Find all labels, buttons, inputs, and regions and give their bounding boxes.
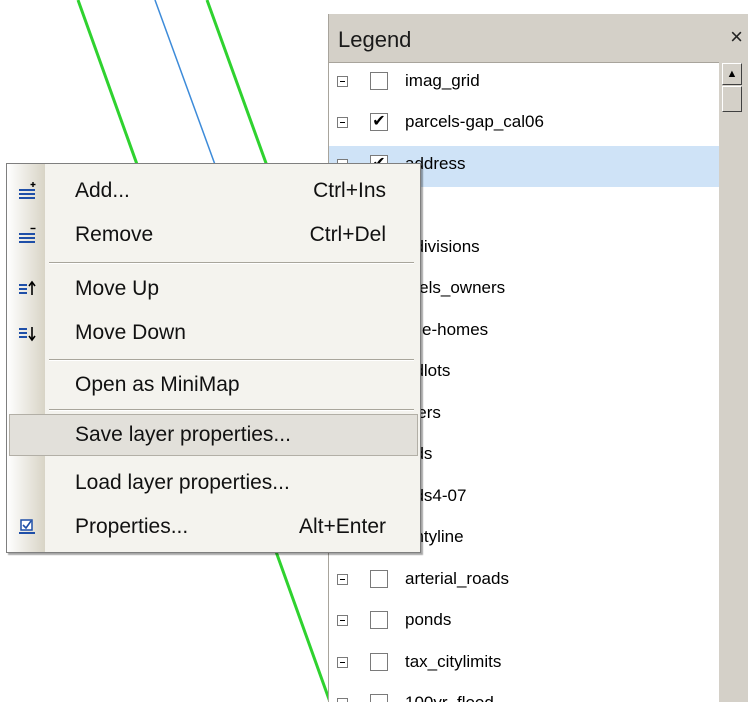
collapse-icon[interactable] xyxy=(337,117,348,128)
layer-name: imag_grid xyxy=(405,71,480,90)
menu-item-label: Remove xyxy=(75,223,154,246)
menu-item-add[interactable]: Add... Ctrl+Ins xyxy=(9,170,418,212)
remove-layer-icon xyxy=(19,227,36,243)
legend-row[interactable]: ✔ parcels-gap_cal06 xyxy=(329,104,719,145)
menu-item-save-layer-properties[interactable]: Save layer properties... xyxy=(9,414,418,456)
menu-item-label: Move Up xyxy=(75,277,160,300)
menu-item-properties[interactable]: Properties... Alt+Enter xyxy=(9,506,418,548)
menu-item-remove[interactable]: Remove Ctrl+Del xyxy=(9,214,418,256)
menu-item-label: Open as MiniMap xyxy=(75,373,240,396)
menu-item-label: Move Down xyxy=(75,321,186,344)
layer-visibility-checkbox[interactable] xyxy=(370,653,388,671)
legend-row[interactable]: arterial_roads xyxy=(329,561,719,602)
collapse-icon[interactable] xyxy=(337,76,348,87)
layer-visibility-checkbox[interactable] xyxy=(370,611,388,629)
collapse-icon[interactable] xyxy=(337,657,348,668)
add-layer-icon xyxy=(19,182,36,199)
menu-item-move-up[interactable]: Move Up xyxy=(9,268,418,310)
layer-name: parcels-gap_cal06 xyxy=(405,112,544,131)
menu-separator xyxy=(49,359,414,361)
collapse-icon[interactable] xyxy=(337,698,348,702)
menu-separator xyxy=(49,409,414,411)
layer-visibility-checkbox[interactable]: ✔ xyxy=(370,113,388,131)
layer-context-menu: Add... Ctrl+Ins Remove Ctrl+Del Move Up xyxy=(6,163,421,553)
properties-icon xyxy=(19,519,35,534)
legend-scrollbar[interactable]: ▲ xyxy=(721,62,745,702)
move-down-icon xyxy=(19,327,36,342)
menu-item-move-down[interactable]: Move Down xyxy=(9,312,418,354)
layer-visibility-checkbox[interactable] xyxy=(370,570,388,588)
scroll-thumb[interactable] xyxy=(722,86,742,112)
layer-name: arterial_roads xyxy=(405,569,509,588)
layer-name: ponds xyxy=(405,610,452,629)
collapse-icon[interactable] xyxy=(337,615,348,626)
layer-visibility-checkbox[interactable] xyxy=(370,72,388,90)
close-icon[interactable]: × xyxy=(730,25,743,49)
menu-separator xyxy=(49,262,414,264)
layer-visibility-checkbox[interactable] xyxy=(370,694,388,702)
move-up-icon xyxy=(19,280,36,295)
legend-row[interactable]: tax_citylimits xyxy=(329,644,719,685)
legend-row[interactable]: imag_grid xyxy=(329,63,719,104)
menu-item-open-minimap[interactable]: Open as MiniMap xyxy=(9,364,418,406)
legend-row[interactable]: 100yr_flood xyxy=(329,685,719,702)
menu-item-shortcut: Alt+Enter xyxy=(299,515,386,538)
layer-name: tax_citylimits xyxy=(405,652,502,671)
menu-item-shortcut: Ctrl+Ins xyxy=(313,179,386,202)
menu-item-label: Add... xyxy=(75,179,130,202)
menu-item-load-layer-properties[interactable]: Load layer properties... xyxy=(9,462,418,504)
scroll-up-icon[interactable]: ▲ xyxy=(722,63,742,85)
legend-row[interactable]: ponds xyxy=(329,602,719,643)
menu-item-label: Save layer properties... xyxy=(75,423,291,446)
layer-name: 100yr_flood xyxy=(405,693,494,702)
collapse-icon[interactable] xyxy=(337,574,348,585)
menu-item-label: Properties... xyxy=(75,515,189,538)
legend-title: Legend xyxy=(338,27,412,52)
menu-item-shortcut: Ctrl+Del xyxy=(309,223,386,246)
menu-item-label: Load layer properties... xyxy=(75,471,290,494)
